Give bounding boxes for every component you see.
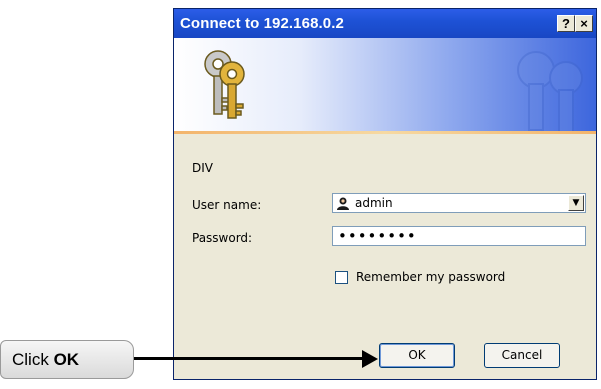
ok-button[interactable]: OK [379,343,455,368]
username-label: User name: [192,198,262,212]
password-label: Password: [192,231,253,245]
callout-text: Click OK [12,350,79,370]
watermark-keys-icon [517,51,583,132]
password-value: •••••••• [338,227,417,245]
arrow-right-icon [362,350,378,368]
help-button[interactable]: ? [557,15,575,32]
pointer-arrow-line [134,357,364,360]
callout-emphasis: OK [53,350,80,369]
username-combobox[interactable]: admin ▼ [332,193,586,213]
instruction-callout: Click OK [0,340,134,379]
remember-label[interactable]: Remember my password [356,270,505,284]
title-bar[interactable]: Connect to 192.168.0.2 ? × [174,9,596,38]
banner-stripe [174,131,596,134]
user-icon [336,196,350,210]
cancel-button[interactable]: Cancel [484,343,560,368]
close-button[interactable]: × [575,15,593,32]
remember-checkbox[interactable] [335,271,348,284]
login-dialog: Connect to 192.168.0.2 ? × DIV User name… [173,8,597,380]
username-value: admin [355,196,393,210]
password-field[interactable]: •••••••• [332,226,586,246]
chevron-down-icon[interactable]: ▼ [568,195,584,211]
realm-label: DIV [192,161,213,175]
keys-icon [204,50,245,119]
dialog-title: Connect to 192.168.0.2 [180,15,344,32]
callout-prefix: Click [12,350,54,369]
banner [174,38,596,134]
